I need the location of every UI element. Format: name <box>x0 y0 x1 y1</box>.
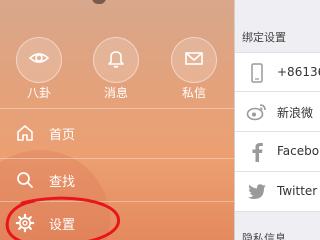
panel-shadow-edge <box>234 0 235 240</box>
binding-section-title: 绑定设置 <box>242 31 286 44</box>
weibo-icon <box>246 101 268 123</box>
direct-messages-button[interactable] <box>171 37 217 83</box>
settings-panel: 绑定设置 +86136 新浪微 <box>234 0 320 240</box>
gossip-label: 八卦 <box>26 86 51 100</box>
search-icon <box>14 169 36 191</box>
binding-facebook-text: Facebo <box>277 144 320 158</box>
gossip-button[interactable] <box>16 37 62 83</box>
privacy-section-title: 隐私信息 <box>242 232 286 240</box>
binding-row-weibo[interactable]: 新浪微 <box>234 92 320 132</box>
binding-weibo-text: 新浪微 <box>277 106 314 120</box>
direct-messages-label: 私信 <box>181 86 206 100</box>
menu-item-settings[interactable]: 设置 <box>0 198 234 240</box>
menu-item-home-label: 首页 <box>49 127 76 143</box>
menu-item-search-label: 查找 <box>49 174 76 190</box>
binding-phone-text: +86136 <box>277 65 320 79</box>
notifications-button[interactable] <box>93 37 139 83</box>
notifications-label: 消息 <box>103 86 128 100</box>
menu-item-settings-label: 设置 <box>49 217 76 233</box>
binding-row-phone[interactable]: +86136 <box>234 52 320 92</box>
facebook-icon <box>246 141 268 163</box>
binding-twitter-text: Twitter <box>277 184 318 198</box>
binding-row-facebook[interactable]: Facebo <box>234 132 320 172</box>
menu-item-home[interactable]: 首页 <box>0 108 234 158</box>
binding-row-twitter[interactable]: Twitter <box>234 172 320 212</box>
eye-icon <box>28 47 50 73</box>
envelope-icon <box>183 47 205 73</box>
twitter-icon <box>246 181 268 203</box>
side-drawer: 八卦 消息 私信 首页 查找 设置 <box>0 0 234 240</box>
home-icon <box>14 122 36 144</box>
app-screen: 八卦 消息 私信 首页 查找 设置 绑定设置 +8613 新浪微 Facebo … <box>0 0 320 240</box>
phone-icon <box>246 62 268 84</box>
gear-icon <box>14 212 36 234</box>
bell-icon <box>105 47 127 73</box>
profile-avatar-edge <box>92 0 106 4</box>
